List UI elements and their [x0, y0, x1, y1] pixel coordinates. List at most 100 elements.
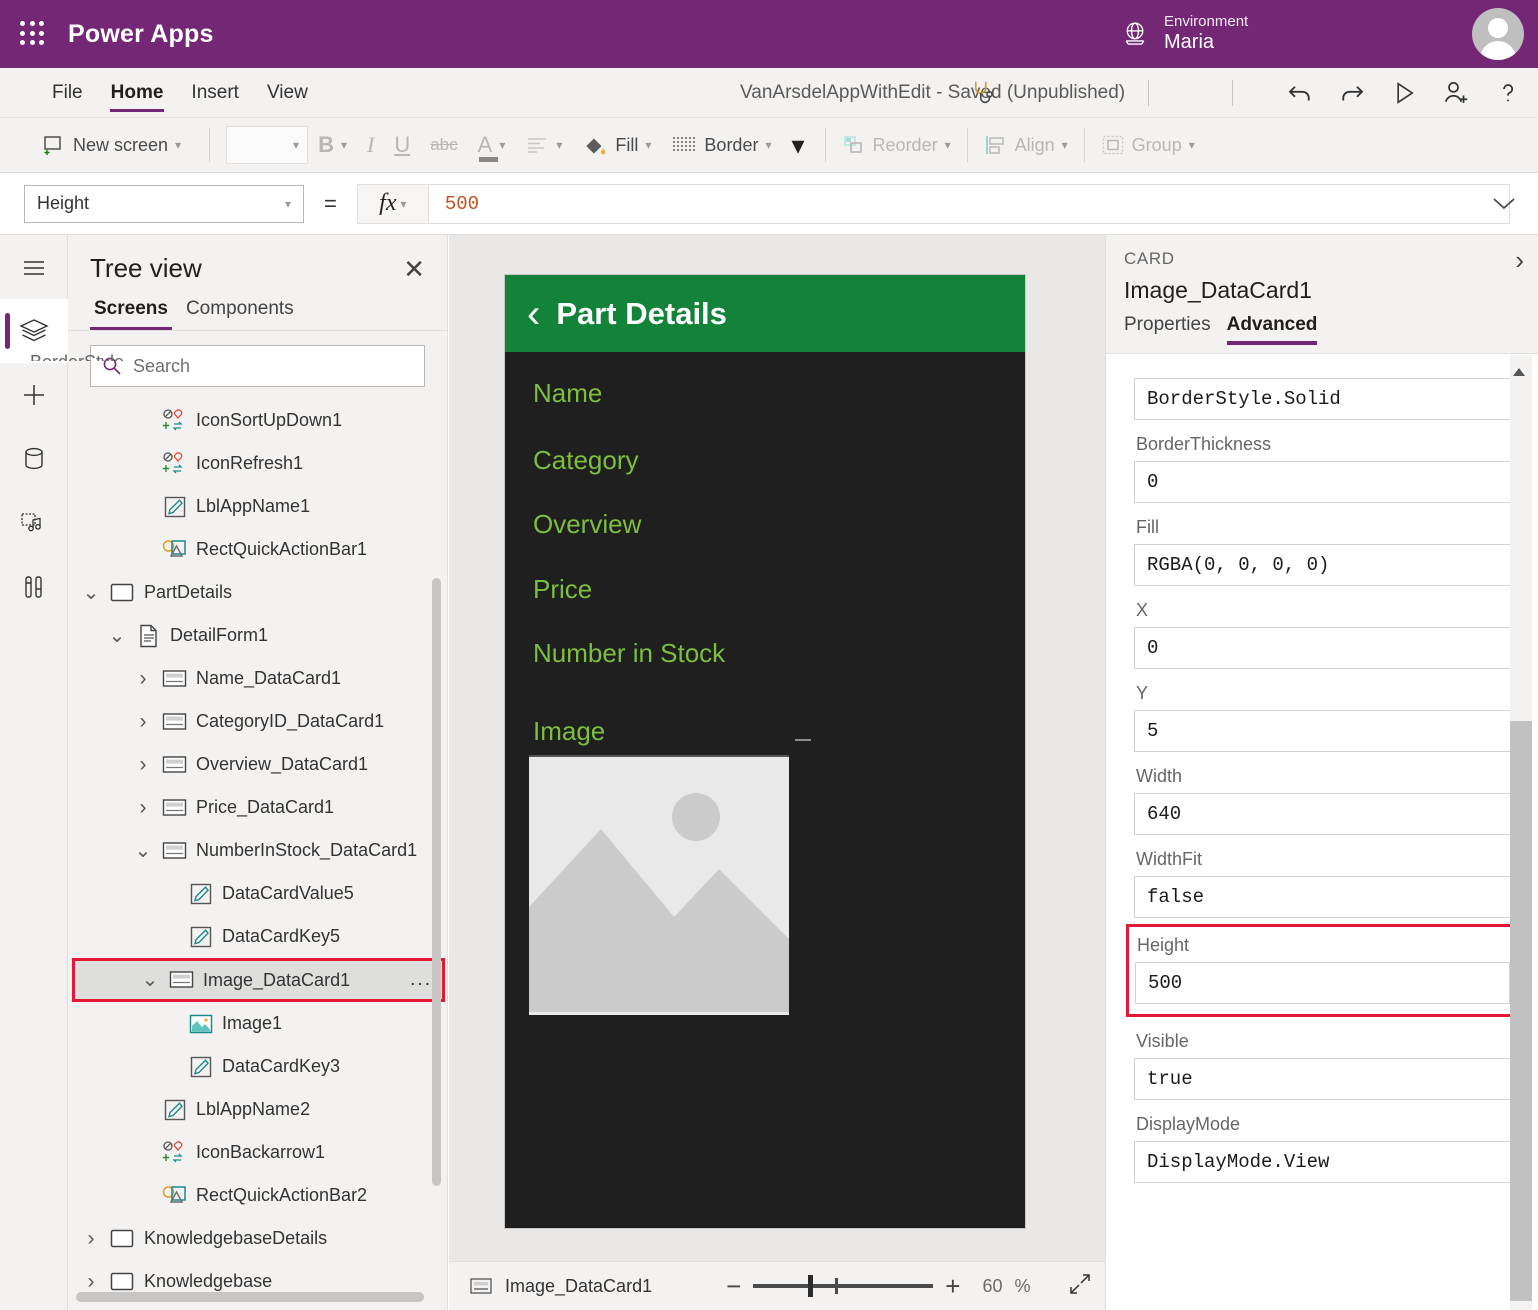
align-button[interactable]: ▾ [515, 124, 572, 166]
image-placeholder[interactable] [529, 755, 789, 1015]
chevron-right-icon[interactable]: › [1515, 247, 1524, 273]
property-value-input[interactable]: RGBA(0, 0, 0, 0) [1134, 544, 1511, 586]
tab-components[interactable]: Components [182, 290, 298, 330]
avatar[interactable] [1472, 8, 1524, 60]
formula-expand-button[interactable] [1486, 185, 1522, 221]
sidebar-item-media[interactable] [0, 491, 68, 555]
align-group-button[interactable]: Align ▾ [974, 124, 1078, 166]
tree-node[interactable]: › Price_DataCard1 [68, 786, 447, 829]
tree-node[interactable]: DataCardKey5 [68, 915, 447, 958]
zoom-out-button[interactable]: − [726, 1273, 741, 1299]
italic-button[interactable]: I [357, 124, 384, 166]
tab-screens[interactable]: Screens [90, 290, 172, 330]
tree-node[interactable]: ⌄ PartDetails [68, 571, 447, 614]
property-value-input[interactable]: 0 [1134, 461, 1511, 503]
app-launcher-icon[interactable] [20, 21, 46, 47]
redo-icon[interactable] [1330, 73, 1374, 113]
property-value-input[interactable]: BorderStyle.Solid [1134, 378, 1511, 420]
tree-node[interactable]: › KnowledgebaseDetails [68, 1217, 447, 1260]
tree-node[interactable]: ⌄ NumberInStock_DataCard1 [68, 829, 447, 872]
tree-node[interactable]: › Name_DataCard1 [68, 657, 447, 700]
fit-to-screen-icon[interactable] [1067, 1271, 1093, 1302]
undo-icon[interactable] [1278, 73, 1322, 113]
tree-node[interactable]: › Overview_DataCard1 [68, 743, 447, 786]
chevron-down-icon[interactable]: ⌄ [80, 583, 102, 603]
app-checker-icon[interactable] [960, 73, 1004, 113]
chevron-right-icon[interactable]: › [132, 796, 154, 820]
menu-item-view[interactable]: View [253, 68, 322, 118]
chevron-right-icon[interactable]: › [80, 1227, 102, 1251]
help-icon[interactable] [1486, 73, 1530, 113]
ribbon-more-button[interactable]: ▾ [781, 124, 814, 166]
tree-horizontal-scrollbar[interactable] [76, 1292, 424, 1302]
tree-node[interactable]: Image1 [68, 1002, 447, 1045]
app-screen-preview[interactable]: ‹ Part Details Name Category Overview Pr… [505, 275, 1025, 1228]
play-preview-icon[interactable] [1382, 73, 1426, 113]
properties-vertical-scrollbar[interactable] [1510, 721, 1532, 1301]
chevron-down-icon[interactable]: ⌄ [132, 841, 154, 861]
tab-properties[interactable]: Properties [1124, 314, 1211, 345]
bold-button[interactable]: B ▾ [308, 124, 357, 166]
formula-input[interactable]: 500 [428, 183, 1510, 224]
tree-vertical-scrollbar[interactable] [432, 578, 441, 1186]
property-select[interactable]: Height ▾ [24, 184, 304, 223]
back-chevron-icon[interactable]: ‹ [527, 294, 540, 334]
fill-button[interactable]: Fill ▾ [572, 124, 661, 166]
new-screen-button[interactable]: New screen ▾ [32, 124, 191, 166]
tree-node[interactable]: LblAppName2 [68, 1088, 447, 1131]
tree-node[interactable]: LblAppName1 [68, 485, 447, 528]
tree-node[interactable]: IconSortUpDown1 [68, 399, 447, 442]
border-button[interactable]: Border ▾ [661, 124, 781, 166]
environment-selector[interactable]: Environment Maria [1120, 0, 1248, 68]
reorder-button[interactable]: Reorder ▾ [832, 124, 961, 166]
property-value-input[interactable]: DisplayMode.View [1134, 1141, 1511, 1183]
tree-node[interactable]: RectQuickActionBar1 [68, 528, 447, 571]
tree-node[interactable]: IconBackarrow1 [68, 1131, 447, 1174]
property-label: Width [1136, 766, 1183, 786]
font-select[interactable]: ▾ [226, 126, 309, 164]
tree-node[interactable]: IconRefresh1 [68, 442, 447, 485]
tree-node[interactable]: › CategoryID_DataCard1 [68, 700, 447, 743]
chevron-right-icon[interactable]: › [80, 1270, 102, 1294]
tree-node[interactable]: DataCardValue5 [68, 872, 447, 915]
scroll-up-arrow-icon[interactable] [1511, 365, 1527, 377]
property-value-input[interactable]: 0 [1134, 627, 1511, 669]
hamburger-menu-icon[interactable] [0, 235, 68, 299]
underline-button[interactable]: U [384, 124, 420, 166]
zoom-slider[interactable] [753, 1275, 934, 1297]
chevron-right-icon[interactable]: › [132, 753, 154, 777]
tree-node[interactable]: DataCardKey3 [68, 1045, 447, 1088]
divider [1083, 128, 1085, 162]
property-value-input[interactable]: true [1134, 1058, 1511, 1100]
close-icon[interactable]: ✕ [403, 256, 425, 282]
chevron-down-icon[interactable]: ⌄ [106, 626, 128, 646]
sidebar-item-data[interactable] [0, 427, 68, 491]
property-value-input[interactable]: false [1134, 876, 1511, 918]
font-color-button[interactable]: A ▾ [468, 124, 516, 166]
group-button[interactable]: Group ▾ [1091, 124, 1205, 166]
property-value-input[interactable]: 500 [1135, 962, 1510, 1004]
fx-button[interactable]: fx ▾ [356, 183, 429, 224]
chevron-down-icon[interactable]: ⌄ [139, 970, 161, 990]
canvas-area[interactable]: ‹ Part Details Name Category Overview Pr… [449, 235, 1105, 1261]
resize-handle[interactable] [795, 739, 811, 741]
share-user-icon[interactable] [1434, 73, 1478, 113]
menu-item-home[interactable]: Home [97, 68, 178, 118]
zoom-in-button[interactable]: + [945, 1273, 960, 1299]
search-input[interactable]: Search [90, 345, 425, 387]
tree-node-selected[interactable]: ⌄ Image_DataCard1... [72, 958, 445, 1002]
strikethrough-button[interactable]: abc [420, 124, 467, 166]
tree-node-overflow-menu[interactable]: ... [410, 969, 432, 991]
tab-advanced[interactable]: Advanced [1226, 314, 1317, 345]
sidebar-item-insert[interactable] [0, 363, 68, 427]
property-value-input[interactable]: 640 [1134, 793, 1511, 835]
property-value-input[interactable]: 5 [1134, 710, 1511, 752]
chevron-right-icon[interactable]: › [132, 710, 154, 734]
tree-node[interactable]: ⌄ DetailForm1 [68, 614, 447, 657]
chevron-right-icon[interactable]: › [132, 667, 154, 691]
tree-node[interactable]: RectQuickActionBar2 [68, 1174, 447, 1217]
menu-item-file[interactable]: File [38, 68, 97, 118]
zoom-slider-thumb[interactable] [808, 1275, 814, 1297]
sidebar-item-advanced-tools[interactable] [0, 555, 68, 619]
menu-item-insert[interactable]: Insert [177, 68, 253, 118]
